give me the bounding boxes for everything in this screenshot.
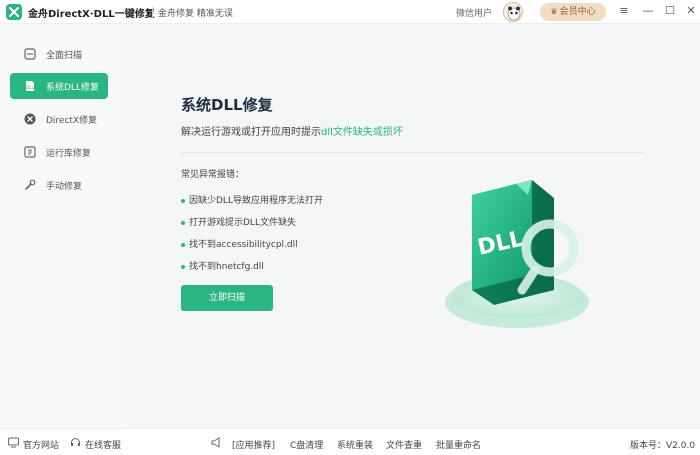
sidebar: 全面扫描 DLL 系统DLL修复 DirectX修复 运行库修复 手动修复: [0, 24, 122, 428]
vip-center-label: 会员中心: [559, 7, 596, 17]
error-item-text: 因缺少DLL导致应用程序无法打开: [189, 196, 323, 206]
page-title: 系统DLL修复: [181, 96, 273, 114]
dll-icon: DLL: [26, 81, 35, 91]
directx-icon: [24, 113, 36, 125]
app-logo-icon: [6, 4, 22, 20]
maximize-button[interactable]: ☐: [662, 3, 678, 19]
app-slogan: 金舟修复 精准无误: [158, 9, 233, 19]
app-title: 金舟DirectX·DLL一键修复: [28, 9, 155, 20]
sidebar-item-full-scan[interactable]: 全面扫描: [10, 41, 108, 67]
sidebar-item-label: 运行库修复: [46, 149, 92, 159]
title-separator: [152, 7, 153, 18]
footer-link-system-reinstall[interactable]: 系统重装: [337, 438, 373, 451]
sidebar-item-manual-repair[interactable]: 手动修复: [10, 172, 108, 198]
crown-icon: ♛: [550, 7, 558, 16]
footer-link-file-dedupe[interactable]: 文件查重: [386, 438, 422, 451]
headset-icon: [71, 438, 80, 446]
dll-illustration: DLL: [445, 180, 589, 328]
menu-icon[interactable]: ≡: [616, 3, 632, 19]
title-bar: 金舟DirectX·DLL一键修复 金舟修复 精准无误 微信用户 ♛ 会员中心 ≡…: [0, 0, 700, 24]
error-item: 找不到hnetcfg.dll: [181, 259, 264, 272]
user-name[interactable]: 微信用户: [456, 6, 492, 19]
sidebar-item-runtime-repair[interactable]: 运行库修复: [10, 139, 108, 165]
wrench-icon: [25, 179, 36, 190]
subtitle-highlight: dll文件缺失或损坏: [321, 127, 403, 138]
svg-text:DLL: DLL: [26, 85, 34, 90]
sidebar-item-dll-repair[interactable]: DLL 系统DLL修复: [10, 73, 108, 99]
subtitle-text: 解决运行游戏或打开应用时提示: [181, 127, 321, 138]
bullet-icon: [181, 264, 185, 269]
online-support-link[interactable]: 在线客服: [85, 438, 121, 451]
avatar[interactable]: [503, 2, 523, 22]
error-item-text: 找不到accessibilitycpl.dll: [189, 240, 298, 250]
runtime-icon: [24, 146, 36, 158]
error-item: 因缺少DLL导致应用程序无法打开: [181, 193, 323, 206]
vip-center-button[interactable]: ♛ 会员中心: [540, 3, 606, 21]
megaphone-icon: [211, 437, 220, 448]
footer-link-batch-rename[interactable]: 批量重命名: [436, 438, 481, 451]
official-website-link[interactable]: 官方网站: [23, 438, 59, 451]
footer: 官方网站 在线客服 [应用推荐] C盘清理 系统重装 文件查重 批量重命名 版本…: [0, 428, 700, 455]
scan-icon: [24, 48, 36, 60]
error-item-text: 找不到hnetcfg.dll: [189, 262, 264, 272]
sidebar-item-label: DirectX修复: [46, 116, 98, 126]
sidebar-item-label: 系统DLL修复: [46, 83, 99, 93]
version-label: 版本号：V2.0.0: [630, 441, 696, 451]
bullet-icon: [181, 220, 185, 225]
main-panel: 系统DLL修复 解决运行游戏或打开应用时提示dll文件缺失或损坏 常见异常报错：…: [122, 24, 700, 428]
sidebar-item-label: 手动修复: [46, 182, 83, 192]
footer-link-c-drive-cleanup[interactable]: C盘清理: [290, 438, 323, 451]
error-item-text: 打开游戏提示DLL文件缺失: [189, 218, 296, 228]
bullet-icon: [181, 198, 185, 203]
error-item: 打开游戏提示DLL文件缺失: [181, 215, 296, 228]
error-item: 找不到accessibilitycpl.dll: [181, 237, 298, 250]
bullet-icon: [181, 242, 185, 247]
scan-now-button[interactable]: 立即扫描: [181, 285, 273, 311]
sidebar-item-label: 全面扫描: [46, 51, 83, 61]
sidebar-item-directx-repair[interactable]: DirectX修复: [10, 106, 108, 132]
errors-heading: 常见异常报错：: [181, 170, 245, 180]
page-subtitle: 解决运行游戏或打开应用时提示dll文件缺失或损坏: [181, 123, 403, 138]
monitor-icon: [8, 437, 19, 448]
app-recommend-label: [应用推荐]: [232, 441, 276, 451]
minimize-button[interactable]: —: [640, 3, 656, 19]
close-button[interactable]: ✕: [683, 3, 699, 19]
